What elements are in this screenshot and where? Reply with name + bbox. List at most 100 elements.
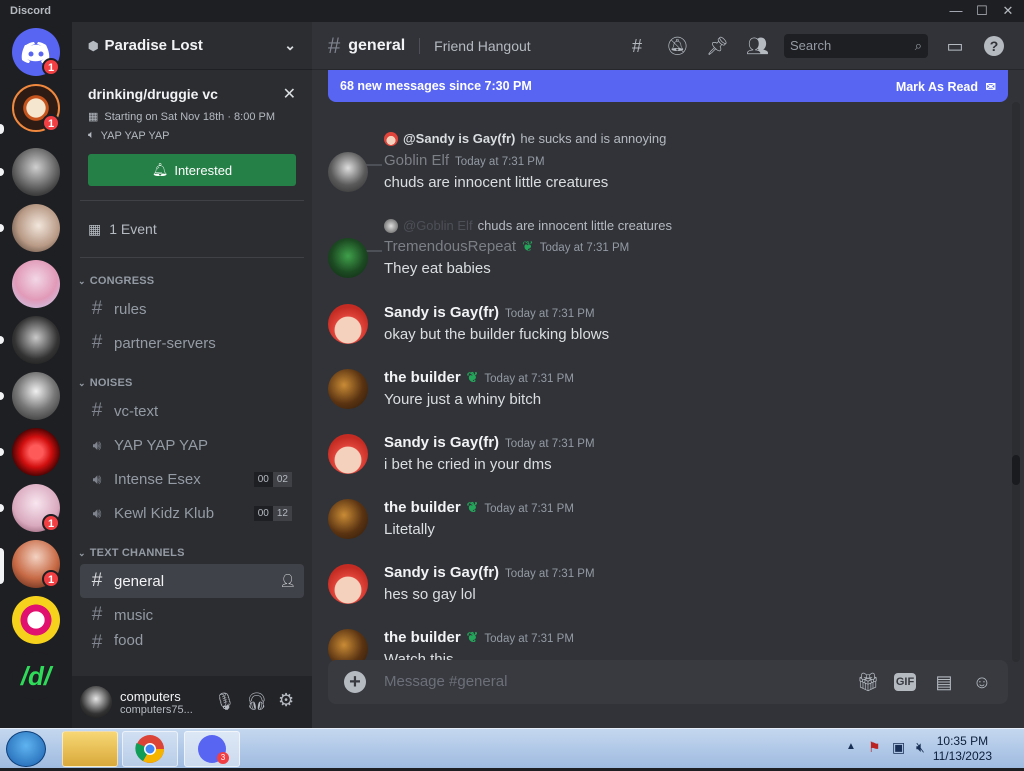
channel-label: Kewl Kidz Klub (114, 505, 214, 522)
message-author[interactable]: Sandy is Gay(fr)Today at 7:31 PM (384, 304, 595, 321)
member-list-icon[interactable]: 👥︎ (746, 36, 768, 56)
voice-channel-kewl-kidz-klub[interactable]: 🔊︎ Kewl Kidz Klub 00 12 (80, 496, 304, 530)
server-icon-photo[interactable] (12, 148, 60, 196)
author-name: Sandy is Gay(fr) (384, 434, 499, 451)
server-icon-anime[interactable] (12, 260, 60, 308)
discord-taskbar-button[interactable]: 3 (184, 731, 240, 767)
system-clock[interactable]: 10:35 PM 11/13/2023 (933, 734, 992, 764)
emoji-icon[interactable]: ☺ (970, 670, 994, 694)
server-icon-bw[interactable] (12, 316, 60, 364)
avatar[interactable] (328, 564, 368, 604)
message-input[interactable]: Message #general (384, 673, 507, 690)
channel-general[interactable]: # general 👤︎ (80, 564, 304, 598)
maximize-button[interactable]: ☐ (970, 2, 994, 20)
gif-icon[interactable]: GIF (894, 673, 916, 691)
threads-icon[interactable]: # (626, 36, 648, 56)
timestamp: Today at 7:31 PM (505, 568, 595, 580)
chevron-down-icon: ⌄ (78, 276, 86, 287)
avatar[interactable] (80, 686, 112, 718)
avatar[interactable] (328, 152, 368, 192)
message-author[interactable]: the builder❦Today at 7:31 PM (384, 499, 574, 516)
tray-expand-icon[interactable]: ▲ (846, 741, 856, 752)
microphone-icon[interactable]: 🎙︎ (214, 692, 236, 712)
pin-icon[interactable]: 📌︎ (706, 36, 728, 56)
mark-read-icon: ✉ (986, 80, 996, 94)
event-time: ▦ Starting on Sat Nov 18th · 8:00 PM (88, 110, 296, 123)
channel-vc-text[interactable]: # vc-text (80, 394, 304, 428)
gift-icon[interactable]: 🎁︎ (856, 670, 880, 694)
voice-channel-yap[interactable]: 🔊︎ YAP YAP YAP (80, 428, 304, 462)
channel-label: YAP YAP YAP (114, 437, 208, 454)
server-icon-portrait[interactable] (12, 204, 60, 252)
author-name: the builder (384, 369, 461, 386)
message-author[interactable]: the builder❦Today at 7:31 PM (384, 629, 574, 646)
avatar[interactable] (328, 304, 368, 344)
server-boost-icon: ⬢ (88, 39, 98, 53)
message-composer[interactable]: + Message #general 🎁︎ GIF ▤ ☺ (328, 660, 1008, 704)
settings-gear-icon[interactable]: ⚙ (278, 690, 294, 711)
message-scrollbar[interactable] (1012, 102, 1020, 662)
network-icon[interactable]: ▣ (892, 739, 905, 756)
reply-preview[interactable]: @Goblin Elf chuds are innocent little cr… (384, 218, 672, 233)
message-author[interactable]: Sandy is Gay(fr) Today at 7:31 PM (384, 434, 595, 451)
timestamp: Today at 7:31 PM (505, 438, 595, 450)
category-text-channels[interactable]: ⌄ TEXT CHANNELS (72, 542, 312, 564)
scrollbar-thumb[interactable] (1012, 455, 1020, 485)
message-author[interactable]: TremendousRepeat❦Today at 7:31 PM (384, 238, 629, 255)
avatar[interactable] (328, 499, 368, 539)
interested-button[interactable]: 🔔︎ Interested (88, 154, 296, 186)
avatar[interactable] (328, 238, 368, 278)
message-author[interactable]: Sandy is Gay(fr)Today at 7:31 PM (384, 564, 595, 581)
notification-mute-icon[interactable]: 🔕︎ (666, 36, 688, 56)
close-window-button[interactable]: ✕ (996, 2, 1020, 20)
events-link[interactable]: ▦ 1 Event (80, 209, 304, 249)
avatar[interactable] (328, 369, 368, 409)
start-button[interactable] (6, 731, 46, 767)
search-input[interactable]: Search ⌕ (784, 34, 928, 58)
sticker-icon[interactable]: ▤ (932, 670, 956, 694)
unread-pill (0, 504, 4, 512)
avatar[interactable] (328, 629, 368, 662)
volume-muted-icon[interactable]: 🔇︎ (916, 739, 925, 756)
divider (80, 200, 304, 201)
add-attachment-icon[interactable]: + (344, 671, 366, 693)
calendar-icon: ▦ (88, 110, 98, 123)
unread-pill (0, 124, 4, 134)
hash-icon: # (328, 33, 340, 59)
server-icon-rose[interactable] (12, 428, 60, 476)
server-icon-face[interactable] (12, 372, 60, 420)
channel-topic[interactable]: Friend Hangout (419, 38, 531, 54)
channel-partner-servers[interactable]: # partner-servers (80, 326, 304, 360)
server-icon-jesus[interactable] (12, 596, 60, 644)
selected-pill (0, 548, 4, 584)
chrome-button[interactable] (122, 731, 178, 767)
category-noises[interactable]: ⌄ NOISES (72, 372, 312, 394)
reply-preview[interactable]: @Sandy is Gay(fr) he sucks and is annoyi… (384, 131, 666, 146)
action-center-icon[interactable]: ⚑ (868, 739, 881, 756)
avatar[interactable] (328, 434, 368, 474)
close-icon[interactable]: ✕ (283, 84, 296, 104)
category-congress[interactable]: ⌄ CONGRESS (72, 270, 312, 292)
user-info[interactable]: computers computers75... (120, 689, 193, 716)
message-author[interactable]: the builder❦Today at 7:31 PM (384, 369, 574, 386)
mark-as-read-button[interactable]: Mark As Read ✉ (896, 79, 996, 94)
server-icon-d[interactable]: /d/ (12, 652, 60, 700)
interested-label: Interested (174, 163, 232, 178)
channel-music[interactable]: # music (80, 598, 304, 632)
new-messages-bar[interactable]: 68 new messages since 7:30 PM Mark As Re… (328, 70, 1008, 102)
help-icon[interactable]: ? (984, 36, 1004, 56)
channel-food[interactable]: # food (80, 632, 304, 648)
voice-channel-intense-esex[interactable]: 🔊︎ Intense Esex 00 02 (80, 462, 304, 496)
speaker-icon: 🔈︎ (88, 129, 95, 142)
headphones-icon[interactable]: 🎧︎ (246, 692, 268, 712)
add-user-icon[interactable]: 👤︎ (279, 573, 296, 589)
search-placeholder: Search (790, 38, 831, 53)
file-explorer-button[interactable] (62, 731, 118, 767)
channel-rules[interactable]: # rules (80, 292, 304, 326)
category-label: TEXT CHANNELS (90, 547, 185, 559)
guild-header[interactable]: ⬢ Paradise Lost ⌄ (72, 22, 312, 70)
inbox-icon[interactable]: ▭ (944, 36, 966, 56)
message-author[interactable]: Goblin ElfToday at 7:31 PM (384, 152, 545, 169)
chevron-down-icon: ⌄ (284, 37, 296, 54)
minimize-button[interactable]: — (944, 2, 968, 20)
